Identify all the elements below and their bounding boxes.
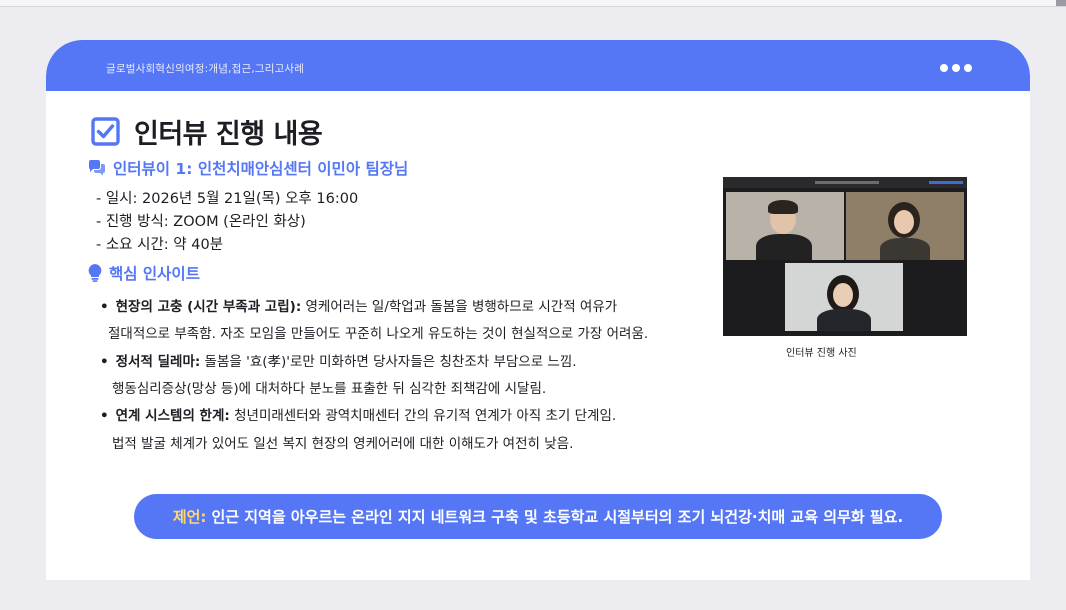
insight-label: 연계 시스템의 한계: — [115, 408, 230, 424]
header-title: 글로벌사회혁신의여정:개념,접근,그리고사례 — [106, 63, 305, 75]
window-scroll-marker — [1056, 0, 1066, 6]
interview-date: - 일시: 2026년 5월 21일(목) 오후 16:00 — [96, 191, 359, 207]
insight-item: • 연계 시스템의 한계: 청년미래센터와 광역치매센터 간의 유기적 연계가 아… — [100, 408, 617, 424]
check-square-icon — [91, 117, 120, 146]
lightbulb-icon — [88, 264, 102, 282]
photo-caption: 인터뷰 진행 사진 — [786, 348, 857, 359]
insight-continuation: 절대적으로 부족함. 자조 모임을 만들어도 꾸준히 나오게 유도하는 것이 현… — [108, 326, 649, 342]
insight-text: 돌봄을 '효(孝)'로만 미화하면 당사자들은 칭찬조차 부담으로 느낌. — [200, 354, 577, 370]
proposal-text: 인근 지역을 아우르는 온라인 지지 네트워크 구축 및 초등학교 시절부터의 … — [211, 508, 904, 526]
video-tile — [785, 263, 903, 331]
slide-header: 글로벌사회혁신의여정:개념,접근,그리고사례 — [46, 40, 1030, 91]
interview-photo — [723, 177, 967, 336]
interviewee-heading: 인터뷰이 1: 인천치매안심센터 이민아 팀장님 — [113, 160, 409, 178]
video-tile — [846, 192, 964, 260]
slide: 글로벌사회혁신의여정:개념,접근,그리고사례 인터뷰 진행 내용 인터뷰이 1:… — [46, 40, 1030, 580]
interviewee-heading-row: 인터뷰이 1: 인천치매안심센터 이민아 팀장님 — [88, 157, 408, 179]
insights-heading-row: 핵심 인사이트 — [88, 262, 200, 284]
insight-continuation: 행동심리증상(망상 등)에 대처하다 분노를 표출한 뒤 심각한 죄책감에 시달… — [112, 381, 547, 397]
video-tile — [726, 192, 844, 260]
more-dots-icon[interactable] — [940, 64, 972, 72]
insight-text: 청년미래센터와 광역치매센터 간의 유기적 연계가 아직 초기 단계임. — [229, 408, 617, 424]
interview-duration: - 소요 시간: 약 40분 — [96, 237, 224, 253]
insight-item: • 정서적 딜레마: 돌봄을 '효(孝)'로만 미화하면 당사자들은 칭찬조차 부… — [100, 354, 577, 370]
insight-label: 현장의 고충 (시간 부족과 고립): — [115, 299, 302, 315]
insight-item: • 현장의 고충 (시간 부족과 고립): 영케어러는 일/학업과 돌봄을 병행하… — [100, 299, 618, 315]
chat-bubbles-icon — [89, 160, 105, 176]
title-row: 인터뷰 진행 내용 — [91, 112, 323, 151]
insight-continuation: 법적 발굴 체계가 있어도 일선 복지 현장의 영케어러에 대한 이해도가 여전… — [112, 436, 574, 452]
page-title: 인터뷰 진행 내용 — [134, 119, 323, 150]
proposal-label: 제언: — [172, 508, 207, 526]
insight-text: 영케어러는 일/학업과 돌봄을 병행하므로 시간적 여유가 — [301, 299, 618, 315]
insights-heading: 핵심 인사이트 — [109, 265, 200, 283]
window-top-bar — [0, 0, 1066, 7]
proposal-banner: 제언: 인근 지역을 아우르는 온라인 지지 네트워크 구축 및 초등학교 시절… — [134, 494, 942, 539]
insight-label: 정서적 딜레마: — [115, 354, 201, 370]
interview-method: - 진행 방식: ZOOM (온라인 화상) — [96, 214, 306, 230]
